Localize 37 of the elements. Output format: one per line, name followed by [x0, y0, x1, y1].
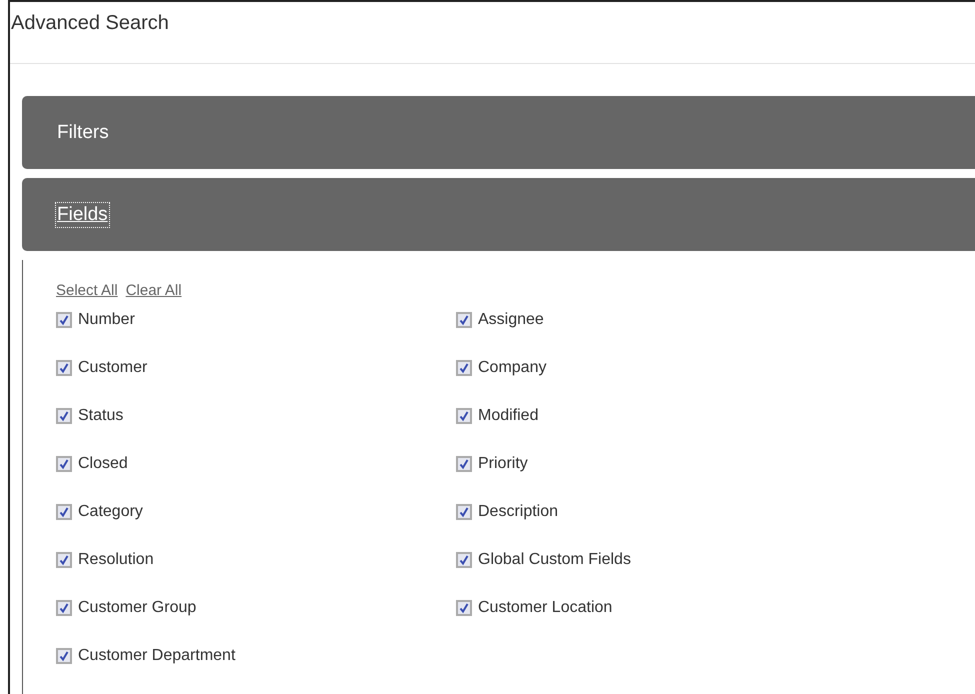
field-label: Status — [78, 407, 124, 425]
field-label: Closed — [78, 455, 128, 473]
checkbox[interactable] — [456, 360, 472, 376]
checkbox[interactable] — [456, 552, 472, 568]
field-label: Description — [478, 503, 558, 521]
field-label: Customer Location — [478, 599, 612, 617]
field-label: Resolution — [78, 551, 154, 569]
section-title[interactable]: Filters — [55, 120, 111, 146]
checkbox[interactable] — [56, 552, 72, 568]
select-link[interactable]: Select All — [56, 282, 118, 299]
section-title[interactable]: Fields — [55, 202, 110, 228]
checkbox[interactable] — [56, 456, 72, 472]
checkbox[interactable] — [56, 504, 72, 520]
checkbox[interactable] — [56, 312, 72, 328]
window-title: Advanced Search — [10, 11, 170, 36]
field-label: Priority — [478, 455, 528, 473]
field-label: Assignee — [478, 311, 544, 329]
field-label: Company — [478, 359, 546, 377]
checkbox[interactable] — [56, 408, 72, 424]
select-link[interactable]: Clear All — [126, 282, 182, 299]
checkbox[interactable] — [56, 360, 72, 376]
checkbox[interactable] — [456, 312, 472, 328]
field-label: Number — [78, 311, 135, 329]
field-label: Global Custom Fields — [478, 551, 631, 569]
checkbox[interactable] — [456, 456, 472, 472]
checkbox[interactable] — [56, 648, 72, 664]
checkbox[interactable] — [456, 408, 472, 424]
checkbox[interactable] — [456, 504, 472, 520]
field-label: Modified — [478, 407, 538, 425]
checkbox[interactable] — [456, 600, 472, 616]
field-label: Customer Department — [78, 647, 236, 665]
field-label: Category — [78, 503, 143, 521]
section-header[interactable]: Filters — [22, 96, 975, 169]
checkbox[interactable] — [56, 600, 72, 616]
section-header[interactable]: Fields — [22, 178, 975, 251]
field-label: Customer Group — [78, 599, 196, 617]
field-label: Customer — [78, 359, 148, 377]
